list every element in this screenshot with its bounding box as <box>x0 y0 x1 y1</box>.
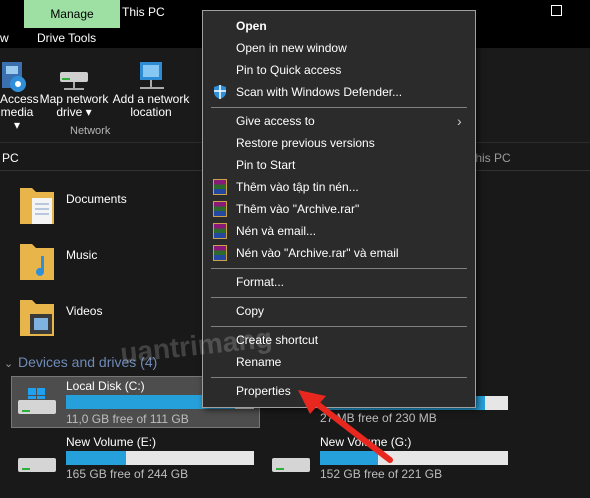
videos-folder-icon <box>18 296 58 340</box>
drive-e-icon <box>16 450 58 480</box>
drive-usage-fill <box>66 451 127 465</box>
tab-drive-tools[interactable]: Drive Tools <box>37 31 96 45</box>
folder-documents[interactable]: Documents <box>66 192 127 206</box>
drive-e-free-space: 165 GB free of 244 GB <box>66 467 189 481</box>
red-arrow-icon <box>298 390 393 463</box>
menu-item-compress-rar-email[interactable]: Nén vào "Archive.rar" và email <box>236 246 399 260</box>
menu-separator <box>211 107 467 108</box>
drive-c-free-space: 11,0 GB free of 111 GB <box>66 412 189 426</box>
drive-e-usage-bar <box>66 451 254 465</box>
map-network-drive-icon <box>58 62 92 92</box>
menu-item-pin-start[interactable]: Pin to Start <box>236 158 295 172</box>
menu-item-copy[interactable]: Copy <box>236 304 264 318</box>
menu-item-open[interactable]: Open <box>236 19 267 33</box>
menu-item-scan-defender[interactable]: Scan with Windows Defender... <box>236 85 402 99</box>
menu-item-format[interactable]: Format... <box>236 275 284 289</box>
menu-item-add-archive[interactable]: Thêm vào tập tin nén... <box>236 180 359 194</box>
window-title: This PC <box>122 5 165 19</box>
documents-folder-icon <box>18 184 58 228</box>
drive-e-name[interactable]: New Volume (E:) <box>66 435 156 449</box>
drive-g-free-space: 152 GB free of 221 GB <box>320 467 443 481</box>
maximize-icon[interactable] <box>551 5 562 16</box>
menu-item-compress-email[interactable]: Nén và email... <box>236 224 316 238</box>
winrar-icon <box>213 245 227 261</box>
add-network-location-button[interactable]: Add a network location <box>110 93 192 119</box>
menu-separator <box>211 377 467 378</box>
map-network-drive-button[interactable]: Map network drive ▾ <box>37 93 111 119</box>
menu-item-open-new-window[interactable]: Open in new window <box>236 41 347 55</box>
menu-item-add-archive-rar[interactable]: Thêm vào "Archive.rar" <box>236 202 359 216</box>
menu-item-restore-versions[interactable]: Restore previous versions <box>236 136 375 150</box>
menu-separator <box>211 297 467 298</box>
access-media-button[interactable]: Access media ▾ <box>0 93 39 132</box>
menu-separator <box>211 268 467 269</box>
tab-manage[interactable]: Manage <box>24 0 120 28</box>
address-path: PC <box>2 151 19 165</box>
access-media-icon <box>0 56 30 96</box>
tab-view[interactable]: w <box>0 31 9 45</box>
collapse-chevron-icon[interactable]: ⌄ <box>4 357 13 370</box>
windows-drive-icon <box>16 386 58 422</box>
ribbon-group-network: Network <box>70 125 111 137</box>
winrar-icon <box>213 223 227 239</box>
folder-videos[interactable]: Videos <box>66 304 102 318</box>
music-folder-icon <box>18 240 58 284</box>
chevron-right-icon: › <box>457 113 462 129</box>
drive-c-name: Local Disk (C:) <box>66 379 145 393</box>
menu-item-properties[interactable]: Properties <box>236 384 291 398</box>
winrar-icon <box>213 179 227 195</box>
add-network-location-icon <box>136 58 170 92</box>
folder-music[interactable]: Music <box>66 248 97 262</box>
shield-icon <box>212 84 228 100</box>
winrar-icon <box>213 201 227 217</box>
menu-item-give-access[interactable]: Give access to <box>236 114 315 128</box>
menu-item-pin-quick-access[interactable]: Pin to Quick access <box>236 63 341 77</box>
